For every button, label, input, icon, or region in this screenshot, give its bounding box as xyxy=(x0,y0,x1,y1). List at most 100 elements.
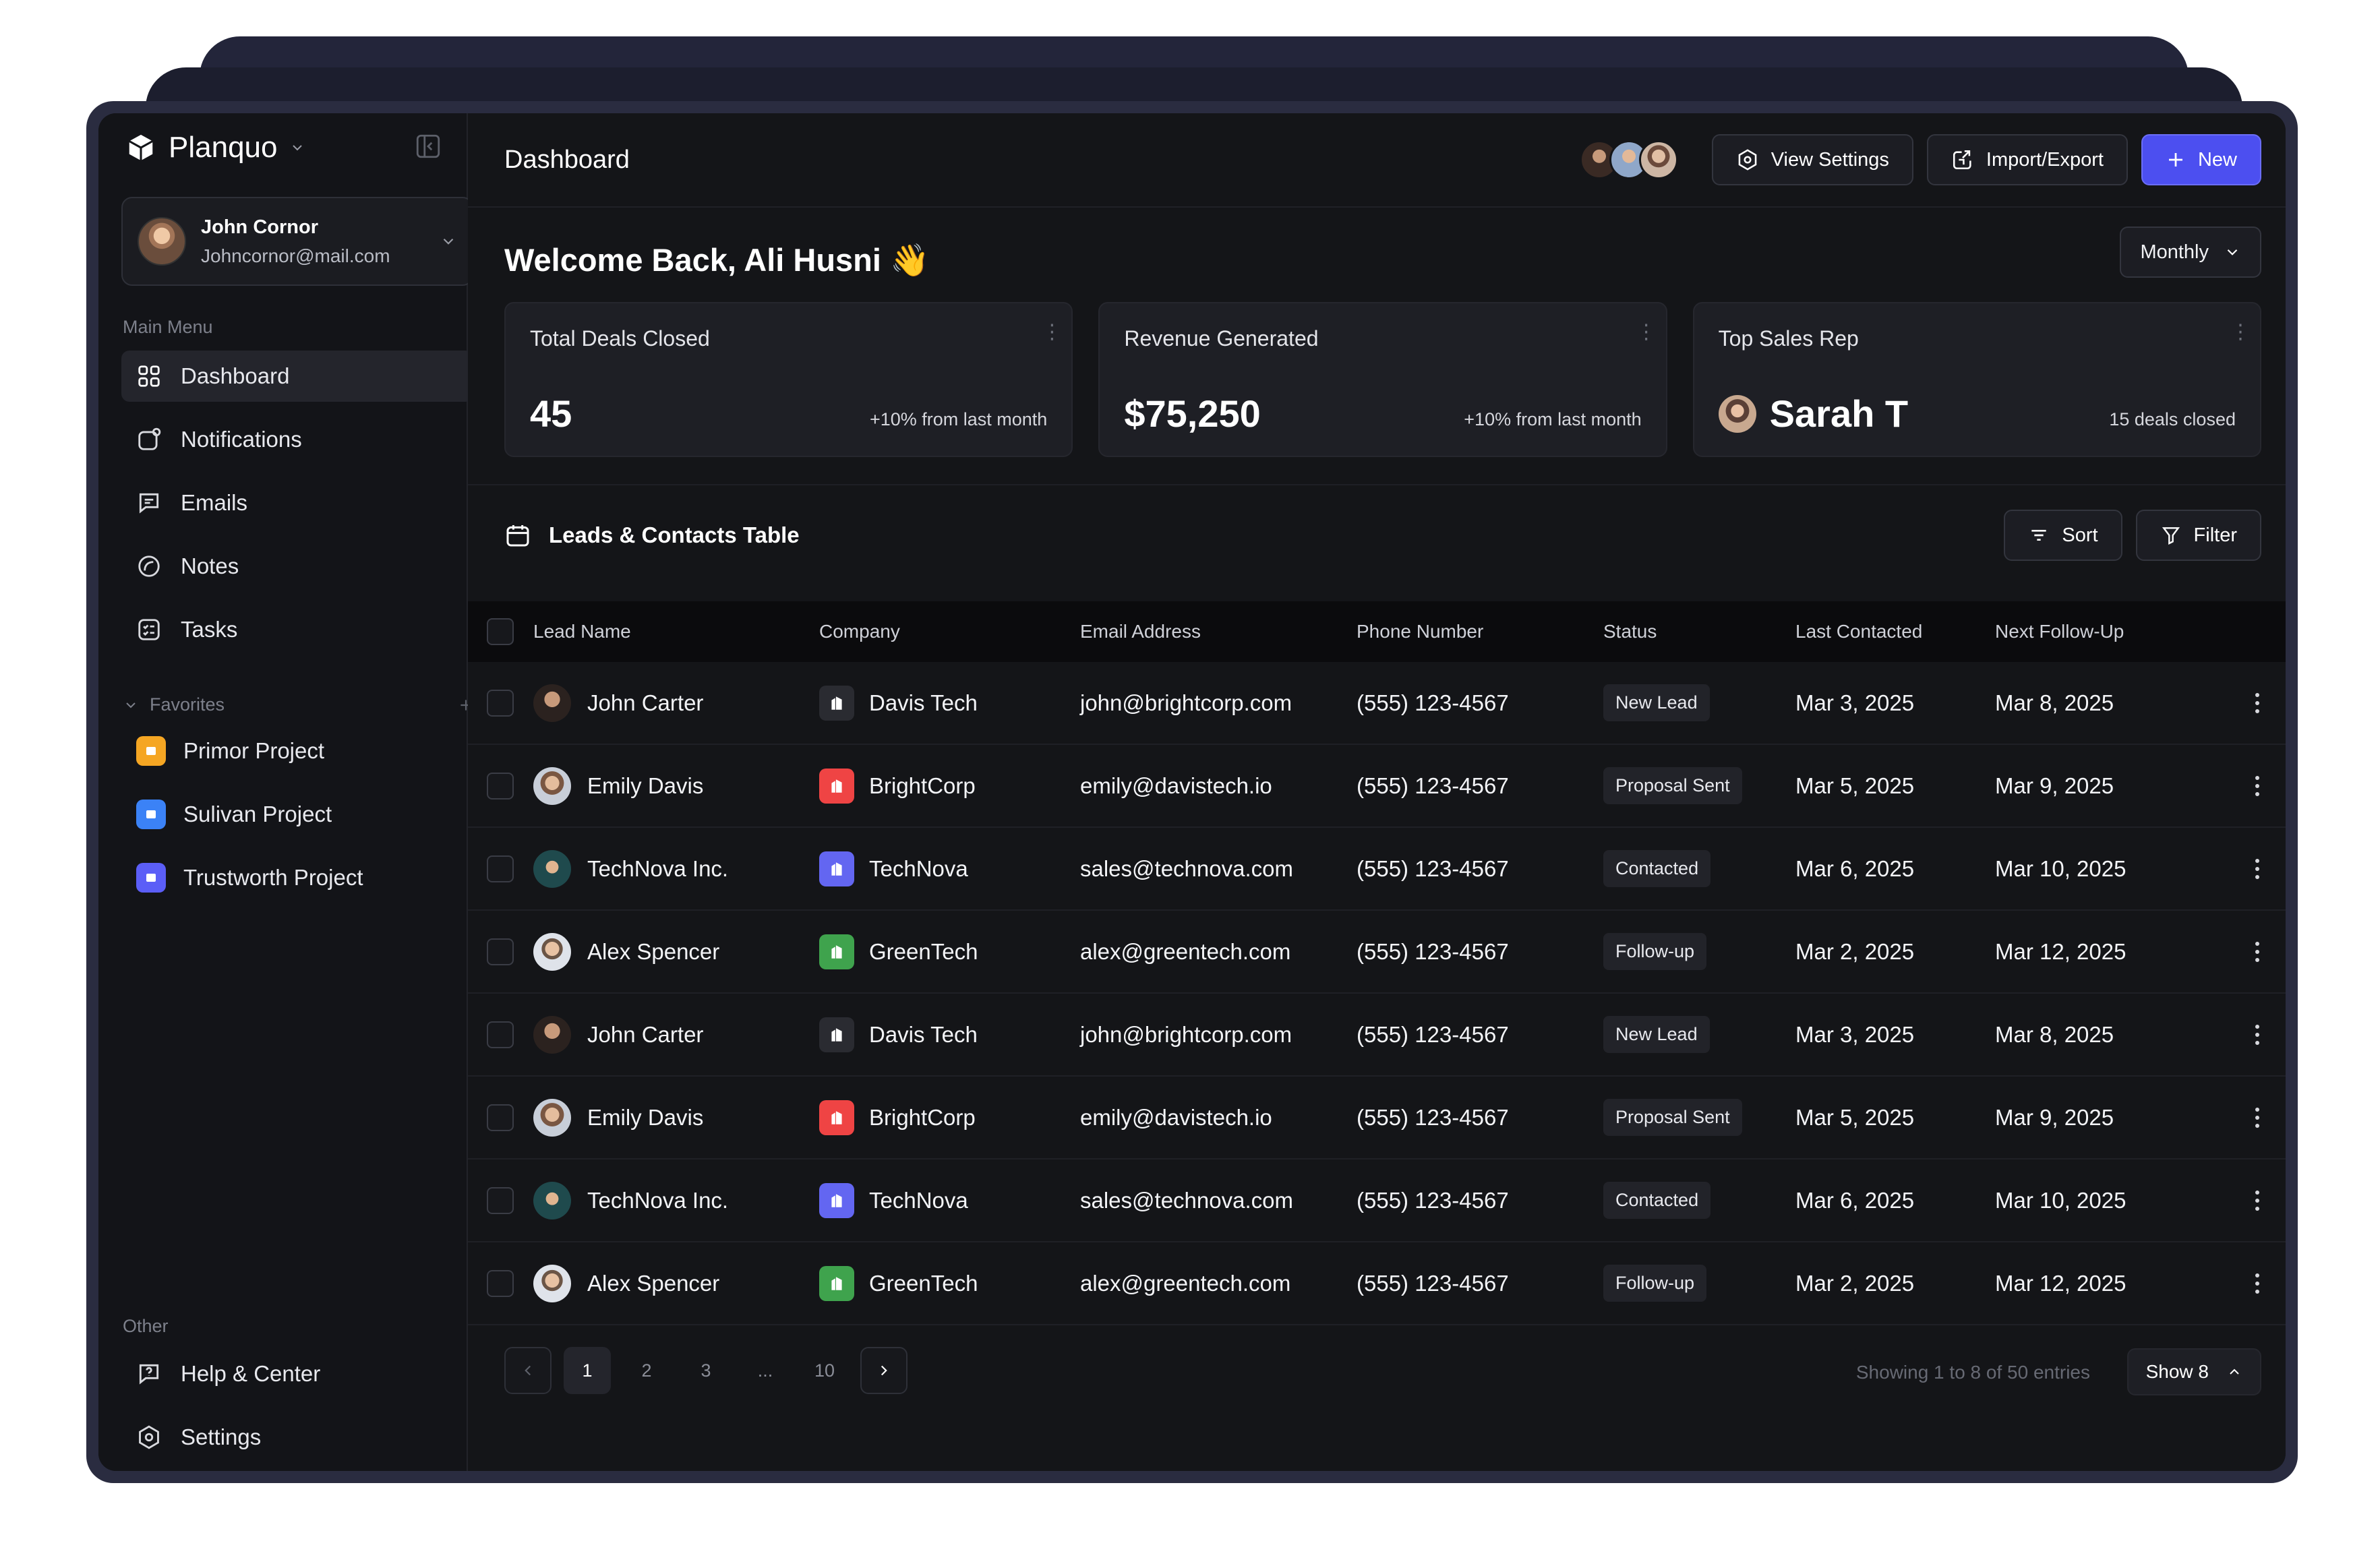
page-size-label: Show 8 xyxy=(2145,1361,2209,1382)
workspace-switcher[interactable]: Planquo xyxy=(125,131,305,164)
sidebar-item-label: Dashboard xyxy=(181,363,290,388)
import-export-button[interactable]: Import/Export xyxy=(1926,134,2128,185)
row-checkbox[interactable] xyxy=(487,1186,514,1214)
sidebar-collapse-icon[interactable] xyxy=(414,132,442,160)
row-checkbox[interactable] xyxy=(487,1104,514,1131)
email-address[interactable]: sales@technova.com xyxy=(1080,1188,1357,1213)
collaborator-avatars[interactable] xyxy=(1579,140,1678,179)
company-name: GreenTech xyxy=(869,1270,978,1296)
row-checkbox[interactable] xyxy=(487,1269,514,1297)
email-address[interactable]: john@brightcorp.com xyxy=(1080,1022,1357,1048)
sort-button[interactable]: Sort xyxy=(2004,510,2122,561)
more-vertical-icon[interactable] xyxy=(2255,1190,2259,1211)
card-note: +10% from last month xyxy=(1464,409,1642,429)
page-button[interactable]: 3 xyxy=(682,1347,730,1394)
row-checkbox[interactable] xyxy=(487,855,514,882)
view-settings-button[interactable]: View Settings xyxy=(1711,134,1913,185)
page-button[interactable]: 2 xyxy=(623,1347,670,1394)
row-checkbox[interactable] xyxy=(487,1021,514,1048)
favorite-sulivan-project[interactable]: Sulivan Project xyxy=(121,789,473,840)
more-vertical-icon[interactable] xyxy=(2255,692,2259,713)
column-header[interactable]: Last Contacted xyxy=(1795,621,1995,642)
lead-name: John Carter xyxy=(587,690,704,715)
more-vertical-icon[interactable] xyxy=(2255,775,2259,796)
column-header[interactable]: Next Follow-Up xyxy=(1995,621,2228,642)
company-name: BrightCorp xyxy=(869,773,976,798)
email-address[interactable]: alex@greentech.com xyxy=(1080,939,1357,965)
favorites-header[interactable]: Favorites xyxy=(123,694,475,715)
chevron-down-icon xyxy=(2224,243,2241,261)
sidebar-item-help[interactable]: Help & Center xyxy=(121,1348,473,1399)
more-vertical-icon[interactable] xyxy=(2255,1024,2259,1045)
avatar xyxy=(533,766,571,805)
sort-label: Sort xyxy=(2062,524,2098,546)
new-button[interactable]: New xyxy=(2141,134,2261,185)
next-follow-up: Mar 9, 2025 xyxy=(1995,773,2114,798)
column-header[interactable]: Status xyxy=(1603,621,1795,642)
favorite-trustworth-project[interactable]: Trustworth Project xyxy=(121,852,473,903)
email-address[interactable]: alex@greentech.com xyxy=(1080,1271,1357,1296)
page-ellipsis: ... xyxy=(757,1360,773,1381)
lead-name: TechNova Inc. xyxy=(587,1187,729,1213)
more-vertical-icon[interactable]: ⋮ xyxy=(1636,322,1657,342)
lead-name: Emily Davis xyxy=(587,773,704,798)
sidebar-item-tasks[interactable]: Tasks xyxy=(121,604,473,655)
more-vertical-icon[interactable] xyxy=(2255,1107,2259,1128)
table-row[interactable]: Alex Spencer GreenTech alex@greentech.com(… xyxy=(468,911,2286,994)
row-checkbox[interactable] xyxy=(487,938,514,965)
table-row[interactable]: TechNova Inc. TechNova sales@technova.com(… xyxy=(468,1160,2286,1242)
table-row[interactable]: John Carter Davis Tech john@brightcorp.com… xyxy=(468,994,2286,1077)
filter-button[interactable]: Filter xyxy=(2135,510,2261,561)
sidebar-item-emails[interactable]: Emails xyxy=(121,477,473,529)
entries-summary: Showing 1 to 8 of 50 entries xyxy=(1855,1362,2090,1383)
period-select[interactable]: Monthly xyxy=(2120,227,2261,278)
sidebar-item-settings[interactable]: Settings xyxy=(121,1412,473,1463)
page-button[interactable]: 1 xyxy=(564,1347,611,1394)
next-page-button[interactable] xyxy=(860,1347,908,1394)
previous-page-button[interactable] xyxy=(504,1347,552,1394)
sidebar-item-notes[interactable]: Notes xyxy=(121,541,473,592)
column-header[interactable]: Company xyxy=(819,621,1080,642)
page-button[interactable]: 10 xyxy=(801,1347,848,1394)
card-value: 45 xyxy=(530,392,572,435)
table-row[interactable]: Alex Spencer GreenTech alex@greentech.com(… xyxy=(468,1242,2286,1325)
last-contacted: Mar 2, 2025 xyxy=(1795,1270,1915,1296)
other-label: Other xyxy=(123,1316,169,1336)
row-checkbox[interactable] xyxy=(487,772,514,800)
table-row[interactable]: Emily Davis BrightCorp emily@davistech.io(… xyxy=(468,745,2286,828)
page-title: Dashboard xyxy=(504,145,630,174)
last-contacted: Mar 6, 2025 xyxy=(1795,855,1915,881)
favorite-primor-project[interactable]: Primor Project xyxy=(121,725,473,777)
table-row[interactable]: TechNova Inc. TechNova sales@technova.com(… xyxy=(468,828,2286,911)
last-contacted: Mar 5, 2025 xyxy=(1795,773,1915,798)
more-vertical-icon[interactable] xyxy=(2255,858,2259,879)
sidebar-item-dashboard[interactable]: Dashboard xyxy=(121,351,473,402)
avatar xyxy=(533,1264,571,1302)
column-header[interactable]: Phone Number xyxy=(1357,621,1603,642)
table-row[interactable]: John Carter Davis Tech john@brightcorp.com… xyxy=(468,662,2286,745)
column-header[interactable]: Email Address xyxy=(1080,621,1357,642)
avatar xyxy=(1718,394,1756,433)
email-address[interactable]: john@brightcorp.com xyxy=(1080,690,1357,716)
row-checkbox[interactable] xyxy=(487,689,514,717)
table-row[interactable]: Emily Davis BrightCorp emily@davistech.io(… xyxy=(468,1077,2286,1160)
card-title: Total Deals Closed xyxy=(530,326,710,351)
email-address[interactable]: emily@davistech.io xyxy=(1080,1105,1357,1131)
more-vertical-icon[interactable] xyxy=(2255,941,2259,962)
user-card[interactable]: John Cornor Johncornor@mail.com xyxy=(121,197,473,286)
tasks-icon xyxy=(136,617,162,642)
sort-icon xyxy=(2028,524,2050,546)
column-header[interactable]: Lead Name xyxy=(533,621,819,642)
more-vertical-icon[interactable] xyxy=(2255,1273,2259,1294)
sidebar-item-notifications[interactable]: Notifications xyxy=(121,414,473,465)
avatar xyxy=(533,849,571,888)
select-all-checkbox[interactable] xyxy=(487,618,514,645)
email-address[interactable]: sales@technova.com xyxy=(1080,856,1357,882)
table-title: Leads & Contacts Table xyxy=(549,522,800,547)
more-vertical-icon[interactable]: ⋮ xyxy=(1042,322,1062,342)
last-contacted: Mar 3, 2025 xyxy=(1795,690,1915,715)
lead-name: Alex Spencer xyxy=(587,938,720,964)
page-size-select[interactable]: Show 8 xyxy=(2126,1348,2261,1395)
email-address[interactable]: emily@davistech.io xyxy=(1080,773,1357,799)
more-vertical-icon[interactable]: ⋮ xyxy=(2230,322,2251,342)
